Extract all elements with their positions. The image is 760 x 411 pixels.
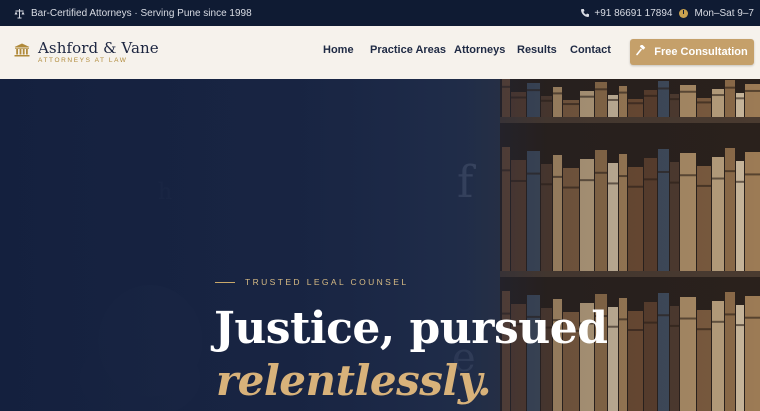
- hero-eyebrow: TRUSTED LEGAL COUNSEL: [215, 277, 408, 287]
- free-consultation-button[interactable]: Free Consultation: [630, 39, 754, 65]
- office-hours: Mon–Sat 9–7: [694, 7, 755, 19]
- nav-attorneys[interactable]: Attorneys: [454, 44, 505, 56]
- clock-icon: [678, 8, 688, 18]
- eyebrow-text: TRUSTED LEGAL COUNSEL: [245, 277, 409, 287]
- phone-number[interactable]: +91 86691 17894: [594, 8, 672, 19]
- hero-headline: Justice, pursued: [214, 303, 608, 354]
- cta-label: Free Consultation: [654, 46, 748, 58]
- nav-practice-areas[interactable]: Practice Areas: [370, 44, 446, 56]
- brand-name: Ashford & Vane: [38, 39, 159, 57]
- eyebrow-divider: [215, 281, 235, 283]
- top-info-bar: Bar-Certified Attorneys · Serving Pune s…: [0, 0, 760, 26]
- certification-info: Bar-Certified Attorneys · Serving Pune s…: [14, 0, 252, 26]
- certification-text: Bar-Certified Attorneys · Serving Pune s…: [31, 7, 252, 19]
- brand-tagline: ATTORNEYS AT LAW: [38, 57, 128, 64]
- nav-home[interactable]: Home: [323, 44, 354, 56]
- gavel-icon: [636, 44, 647, 59]
- scales-icon: [14, 8, 25, 19]
- nav-results[interactable]: Results: [517, 44, 557, 56]
- contact-info: +91 86691 17894 Mon–Sat 9–7: [579, 0, 754, 26]
- courthouse-icon: [14, 43, 30, 62]
- phone-icon: [579, 8, 590, 19]
- logo[interactable]: Ashford & Vane ATTORNEYS AT LAW: [14, 40, 159, 64]
- nav-contact[interactable]: Contact: [570, 44, 611, 56]
- hero-headline-emphasis: relentlessly.: [216, 356, 492, 405]
